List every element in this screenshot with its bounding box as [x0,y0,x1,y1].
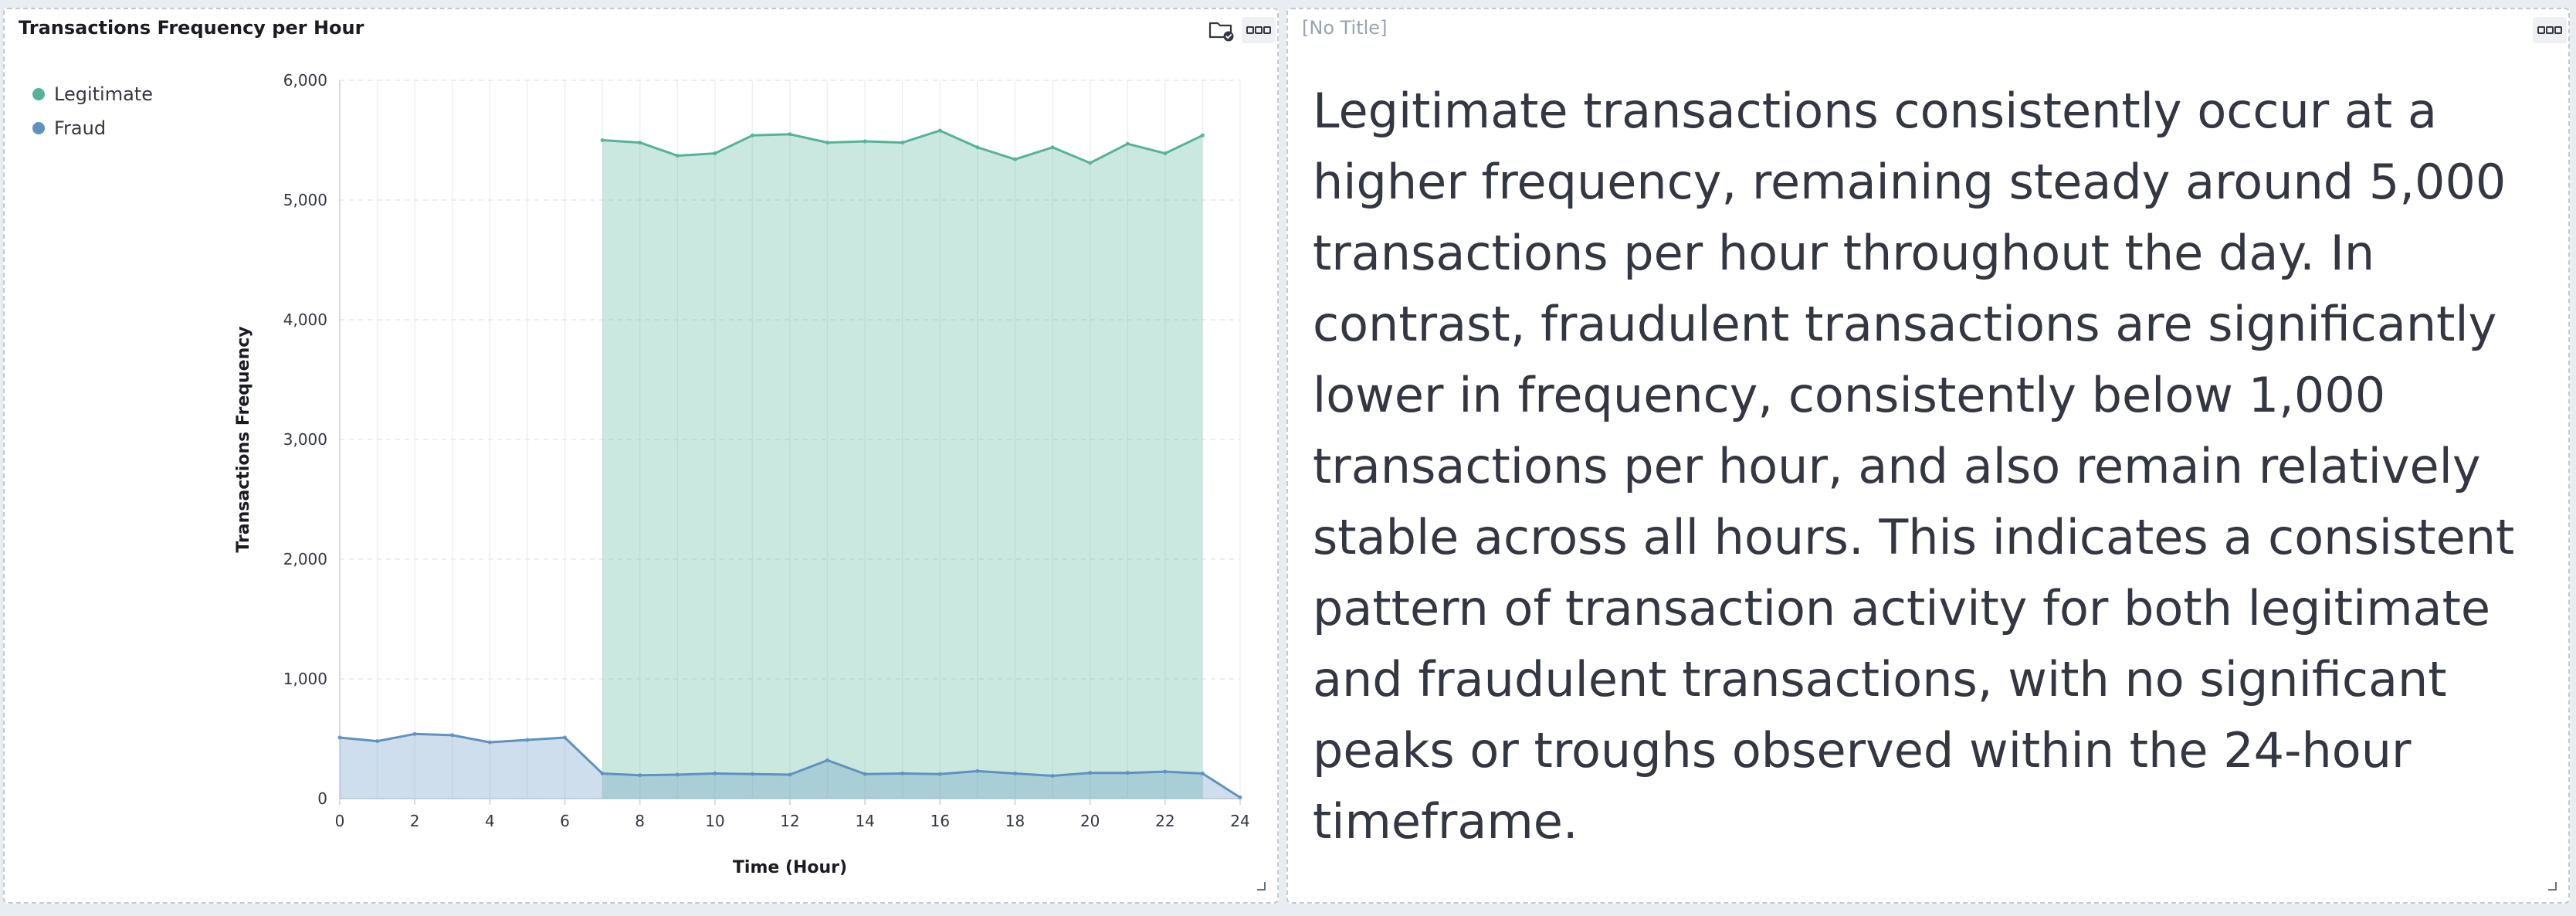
y-tick-label: 0 [317,789,327,808]
data-point-fraud [1088,771,1093,775]
x-tick-label: 24 [1230,812,1249,830]
data-point-legitimate [1088,161,1093,165]
data-point-legitimate [600,138,605,142]
data-point-legitimate [975,145,980,150]
data-point-legitimate [825,141,830,145]
x-tick-label: 0 [335,812,345,830]
y-axis-title: Transactions Frequency [234,326,253,552]
data-point-legitimate [1200,133,1205,137]
data-point-fraud [975,768,980,773]
y-tick-label: 3,000 [283,430,327,449]
text-panel-title: [No Title] [1302,17,1388,39]
data-point-legitimate [788,132,792,137]
x-tick-label: 18 [1005,812,1025,830]
resize-handle-icon[interactable] [2547,880,2557,891]
data-point-legitimate [900,141,905,145]
x-tick-label: 22 [1155,812,1174,830]
y-tick-label: 5,000 [283,191,327,209]
data-point-legitimate [1050,145,1055,150]
x-tick-label: 12 [780,812,799,830]
x-tick-label: 20 [1080,812,1100,830]
text-panel: [No Title] Legitimate transactions consi… [1286,8,2570,904]
text-panel-options-button[interactable] [2533,17,2567,43]
data-point-fraud [375,739,380,744]
data-point-fraud [750,772,754,776]
data-point-fraud [412,731,417,736]
data-point-fraud [788,772,792,777]
ellipsis-icon [2537,26,2562,34]
y-tick-label: 2,000 [283,550,327,568]
data-point-legitimate [1125,141,1130,146]
y-tick-label: 4,000 [283,310,327,329]
data-point-fraud [1125,771,1130,775]
data-point-legitimate [713,151,717,156]
x-tick-label: 10 [705,812,724,830]
data-point-legitimate [937,128,942,133]
data-point-fraud [1163,769,1168,774]
data-point-fraud [563,735,567,740]
data-point-fraud [713,771,717,775]
chart-panel: Transactions Frequency per Hour Legitima… [3,8,1279,904]
data-point-fraud [863,772,867,776]
data-point-fraud [525,738,530,742]
x-tick-label: 4 [485,812,495,830]
data-point-fraud [825,758,830,762]
data-point-fraud [337,735,342,740]
x-tick-label: 2 [410,812,420,830]
y-tick-label: 6,000 [283,71,327,90]
data-point-legitimate [638,141,642,145]
y-tick-label: 1,000 [283,670,327,688]
data-point-fraud [1238,795,1242,799]
data-point-fraud [1013,771,1017,775]
data-point-fraud [675,772,680,777]
data-point-fraud [487,740,492,745]
x-axis-title: Time (Hour) [733,858,847,877]
data-point-legitimate [675,154,680,158]
x-tick-label: 16 [930,812,950,830]
summary-text: Legitimate transactions consistently occ… [1313,83,2515,850]
data-point-fraud [900,771,905,775]
x-tick-label: 8 [635,812,645,830]
data-point-legitimate [863,139,867,144]
x-tick-label: 14 [855,812,874,830]
data-point-fraud [638,773,642,778]
area-chart[interactable]: 01,0002,0003,0004,0005,0006,0000 2 4 6 8 10 12… [5,9,1277,902]
data-point-legitimate [1013,157,1017,161]
resize-handle-icon[interactable] [1256,880,1266,891]
x-tick-label: 6 [560,812,570,830]
data-point-fraud [600,771,605,775]
data-point-fraud [450,733,455,738]
series-area-legitimate [602,131,1203,799]
data-point-fraud [937,772,942,776]
data-point-fraud [1050,774,1055,779]
data-point-legitimate [750,133,754,137]
data-point-fraud [1200,771,1205,775]
data-point-legitimate [1163,151,1168,156]
